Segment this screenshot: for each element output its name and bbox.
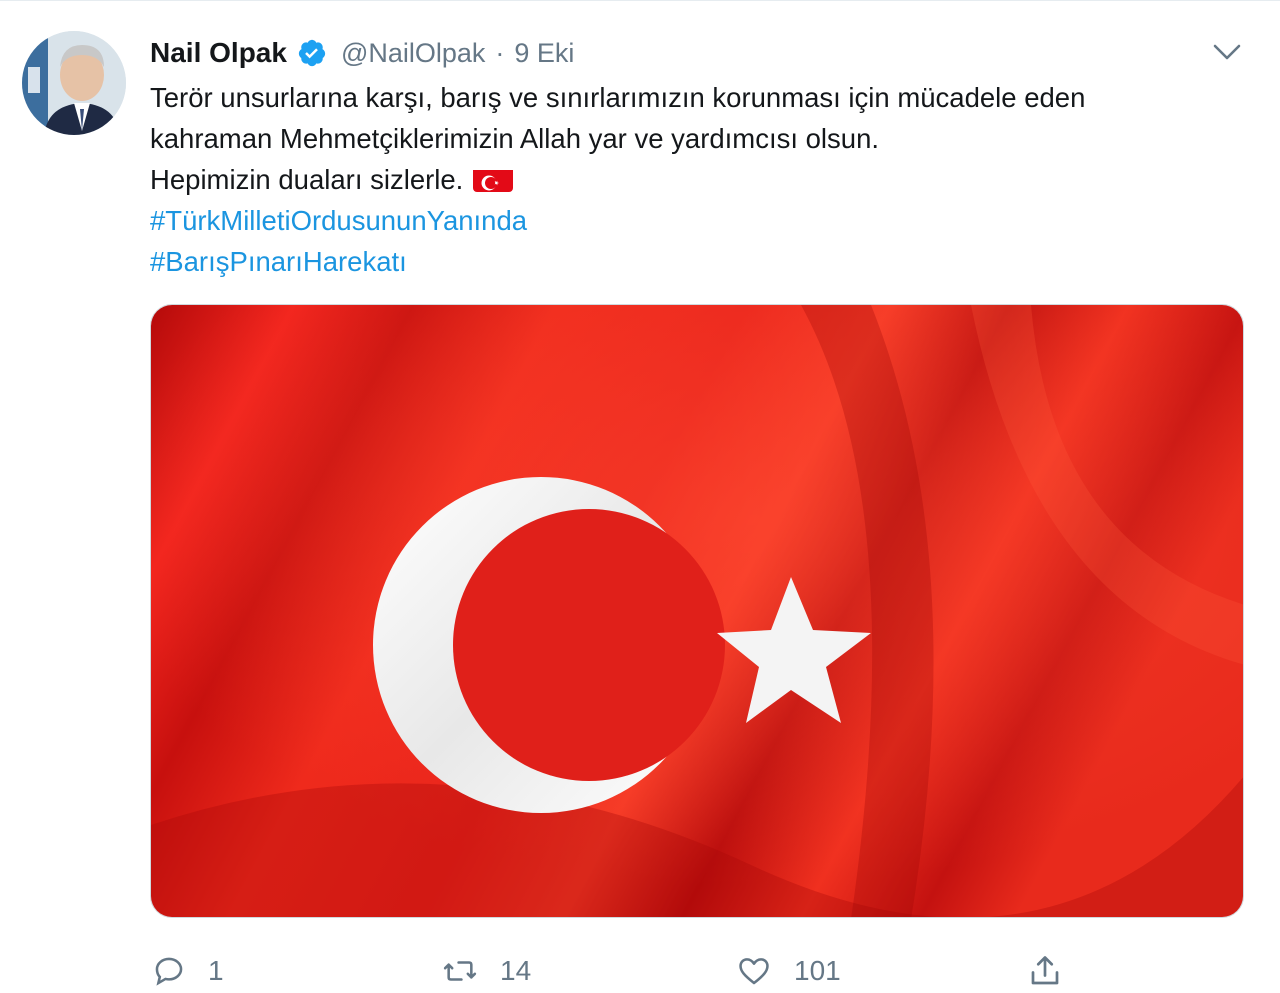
handle[interactable]: @NailOlpak: [341, 38, 485, 69]
separator-dot: ·: [495, 37, 505, 68]
reply-button[interactable]: 1: [150, 949, 224, 993]
like-count: 101: [794, 955, 841, 986]
tweet-header: Nail Olpak @NailOlpak · 9 Eki: [150, 31, 574, 75]
reply-count: 1: [208, 955, 224, 986]
tweet-text: Terör unsurlarına karşı, barış ve sınırl…: [150, 77, 1250, 282]
reply-icon: [150, 954, 188, 988]
share-icon: [1026, 953, 1064, 989]
retweet-button[interactable]: 14: [440, 949, 531, 993]
tweet-text-line: Terör unsurlarına karşı, barış ve sınırl…: [150, 82, 1086, 113]
turkish-flag-image: [151, 305, 1243, 917]
like-button[interactable]: 101: [734, 949, 841, 993]
avatar-image: [22, 31, 126, 135]
retweet-icon: [440, 954, 480, 988]
tweet-card: Nail Olpak @NailOlpak · 9 Eki Terör unsu…: [0, 0, 1280, 993]
tweet-text-line: kahraman Mehmetçiklerimizin Allah yar ve…: [150, 123, 880, 154]
hashtag-link[interactable]: #BarışPınarıHarekatı: [150, 241, 1250, 282]
hashtag-link[interactable]: #TürkMilletiOrdusununYanında: [150, 200, 1250, 241]
tweet-media-image[interactable]: [150, 304, 1244, 918]
turkey-flag-emoji-icon: [473, 166, 514, 192]
chevron-down-icon[interactable]: [1210, 37, 1244, 67]
verified-badge-icon: [297, 38, 327, 68]
share-button[interactable]: [1026, 949, 1064, 993]
tweet-text-segment: Hepimizin duaları sizlerle.: [150, 164, 464, 195]
retweet-count: 14: [500, 955, 532, 986]
avatar[interactable]: [22, 31, 126, 135]
display-name[interactable]: Nail Olpak: [150, 37, 287, 69]
tweet-actions: 1 14 101: [150, 949, 1250, 993]
tweet-text-line: Hepimizin duaları sizlerle.: [150, 159, 1250, 200]
timestamp[interactable]: 9 Eki: [514, 38, 574, 69]
heart-icon: [734, 954, 774, 988]
